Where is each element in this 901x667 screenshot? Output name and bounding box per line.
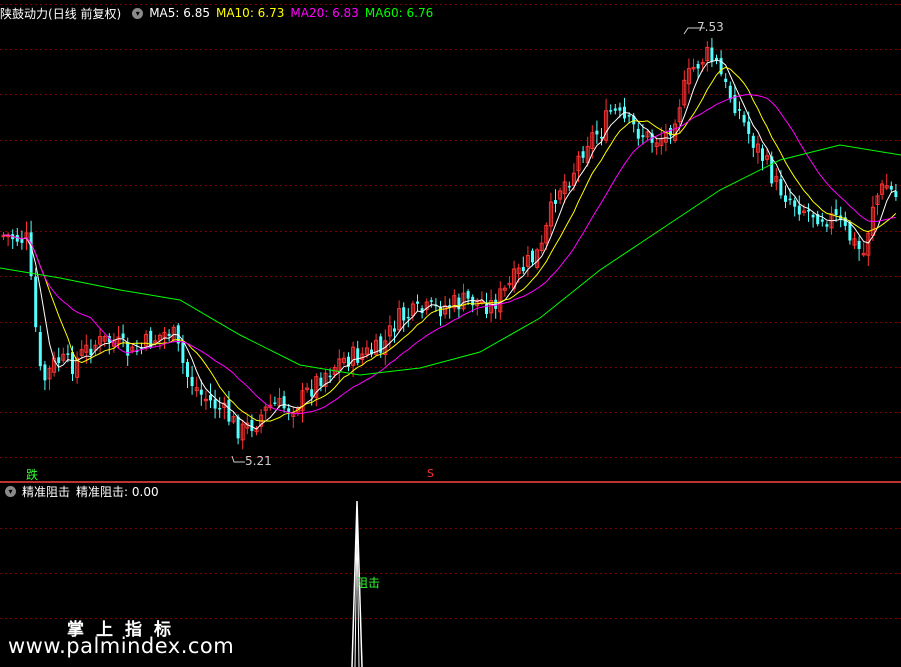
candle-body [181, 342, 185, 363]
candle-body [227, 399, 231, 422]
candle-body [751, 135, 755, 148]
candle-body [636, 128, 640, 139]
watermark-url: www.palmindex.com [8, 634, 235, 658]
candle-body [287, 408, 291, 412]
candle-body [797, 205, 801, 215]
candle-body [710, 47, 714, 62]
candle-body [213, 399, 217, 409]
candle-body [57, 357, 61, 363]
candle-body [89, 348, 93, 355]
candle-body [429, 300, 433, 302]
candle-body [356, 348, 360, 363]
candle-body [466, 291, 470, 299]
candle-body [121, 333, 125, 339]
ma10-line [3, 66, 897, 422]
candle-body [402, 307, 406, 321]
candle-body [761, 148, 764, 161]
candle-body [531, 250, 534, 263]
candle-body [609, 110, 613, 112]
candle-body [738, 109, 741, 111]
candle-body [457, 297, 461, 310]
candle-body [857, 240, 861, 249]
candle-body [250, 419, 254, 431]
candle-body [406, 316, 410, 319]
candle-body [416, 301, 419, 304]
candle-body [820, 219, 824, 222]
candle-body [554, 200, 557, 204]
low-marker [231, 455, 245, 463]
candle-body [521, 266, 525, 272]
ma10-label: MA10: 6.73 [215, 6, 285, 20]
high-price-label: 7.53 [697, 20, 724, 34]
candle-body [581, 151, 585, 158]
candle-body [889, 185, 893, 190]
main-legend: 陕鼓动力 (日线 前复权) ▾ MA5: 6.85 MA10: 6.73 MA2… [0, 0, 439, 26]
candle-body [209, 395, 212, 401]
indicator-signal-label: 阻击 [356, 576, 381, 590]
candle-body [199, 389, 203, 395]
candle-body [627, 115, 631, 117]
price-chart[interactable] [0, 0, 901, 482]
ma20-line [3, 93, 896, 415]
candle-body [485, 304, 488, 315]
ma60-label: MA60: 6.76 [364, 6, 434, 20]
candle-body [190, 376, 194, 387]
candle-body [848, 222, 852, 241]
candle-body [825, 224, 829, 227]
candle-body [784, 195, 787, 202]
candle-body [724, 78, 728, 83]
candle-body [328, 375, 332, 378]
indicator-toggle-icon[interactable]: ▾ [5, 485, 16, 497]
candle-body [236, 416, 240, 439]
candle-body [71, 352, 74, 375]
candle-body [641, 135, 645, 138]
ma-settings-toggle-icon[interactable]: ▾ [132, 7, 144, 19]
ma5-label: MA5: 6.85 [149, 6, 210, 20]
indicator-value: 精准阻击: 0.00 [76, 484, 159, 499]
candle-body [567, 185, 571, 188]
candle-body [186, 362, 189, 377]
period-label[interactable]: (日线 前复权) [48, 5, 121, 22]
candle-body [779, 179, 783, 196]
candle-body [742, 114, 746, 123]
candle-body [811, 214, 815, 218]
candle-body [595, 130, 599, 135]
indicator-legend: ▾ 精准阻击 精准阻击: 0.00 [0, 483, 165, 499]
candle-body [600, 136, 603, 139]
candle-body [29, 232, 33, 277]
candle-body [218, 407, 222, 410]
candle-body [34, 276, 38, 328]
candlestick-panel[interactable]: 陕鼓动力 (日线 前复权) ▾ MA5: 6.85 MA10: 6.73 MA2… [0, 0, 901, 482]
indicator-name[interactable]: 精准阻击 [22, 483, 70, 500]
sell-signal-label: S [427, 467, 434, 480]
candle-body [728, 85, 732, 100]
stock-title[interactable]: 陕鼓动力 [0, 5, 48, 22]
ma60-line [0, 144, 901, 376]
candle-body [319, 377, 323, 386]
candle-body [834, 209, 838, 216]
low-price-label: 5.21 [245, 454, 272, 468]
ma20-label: MA20: 6.83 [290, 6, 359, 20]
candle-body [273, 402, 277, 404]
candle-body [167, 333, 171, 336]
candle-body [747, 121, 751, 134]
candle-body [696, 63, 700, 69]
ma5-line [3, 59, 897, 430]
candle-body [38, 332, 42, 367]
candle-body [613, 108, 617, 111]
candle-body [793, 200, 797, 207]
candle-body [282, 396, 286, 409]
candle-body [126, 341, 130, 356]
candle-body [66, 353, 70, 355]
candle-body [393, 328, 396, 332]
candle-body [894, 191, 898, 198]
candle-body [788, 198, 792, 201]
candle-body [618, 107, 622, 111]
candle-body [310, 389, 314, 397]
candle-body [807, 210, 810, 212]
candle-body [43, 364, 47, 381]
